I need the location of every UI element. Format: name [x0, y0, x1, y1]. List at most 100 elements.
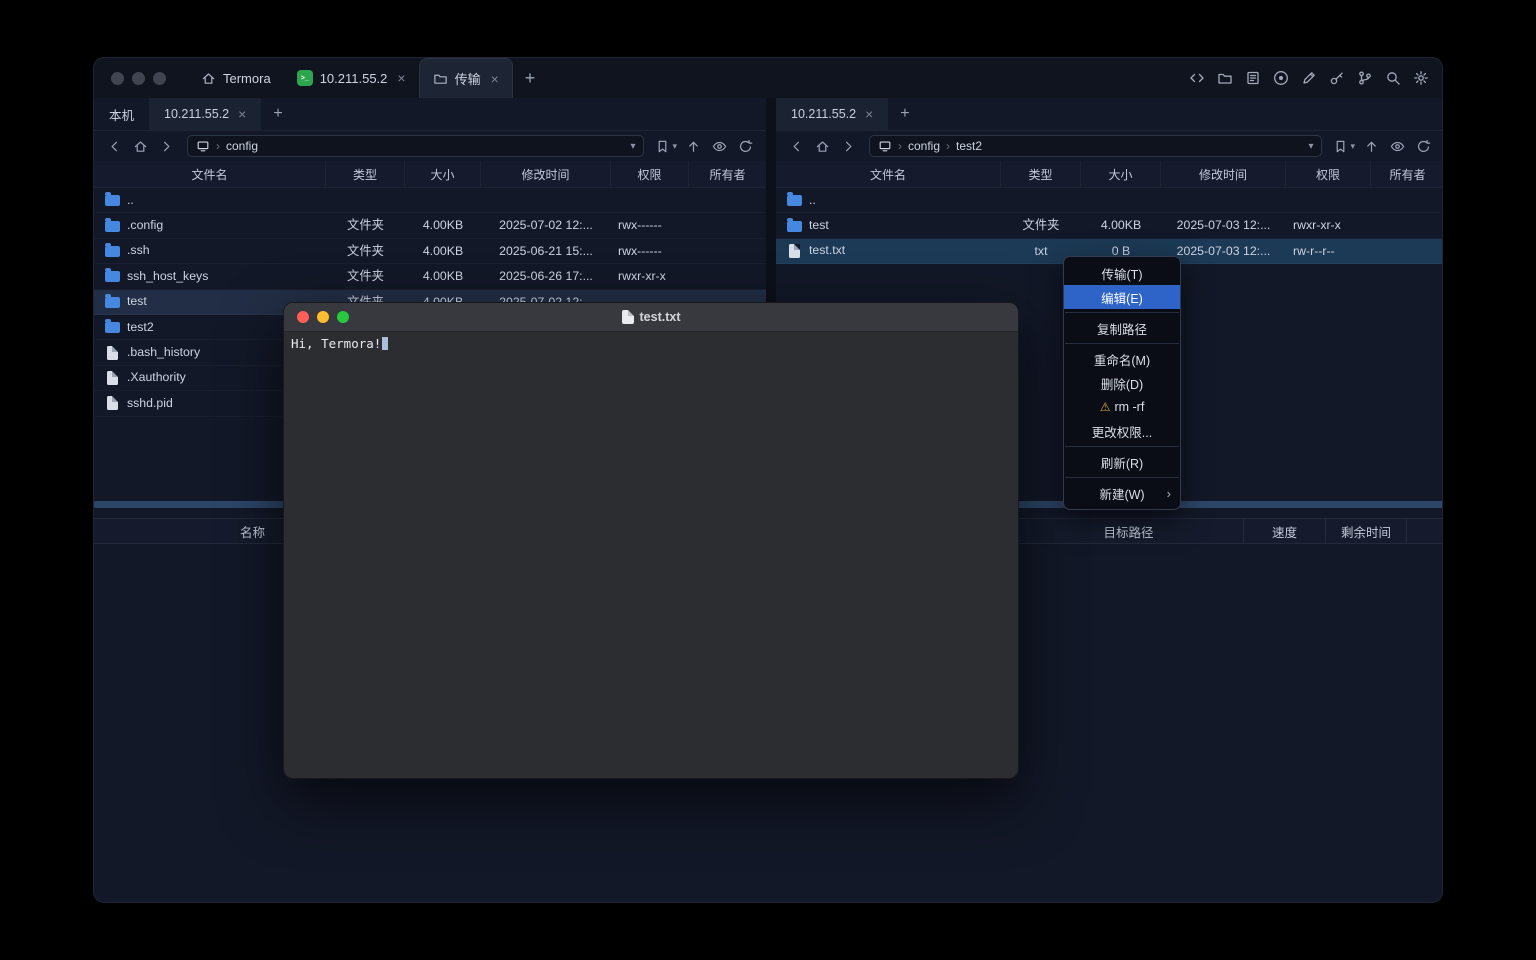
- bookmark-button[interactable]: ▾: [1331, 135, 1357, 158]
- window-minimize-button[interactable]: [132, 72, 145, 85]
- file-modified: 2025-07-03 12:...: [1161, 213, 1286, 237]
- home-button[interactable]: [129, 135, 152, 158]
- key-icon[interactable]: [1329, 70, 1345, 86]
- menu-item[interactable]: 刷新(R): [1064, 450, 1180, 474]
- menu-item[interactable]: 删除(D): [1064, 371, 1180, 395]
- file-row-.ssh[interactable]: .ssh文件夹4.00KB2025-06-21 15:...rwx------: [94, 239, 766, 264]
- editor-zoom-button[interactable]: [337, 311, 349, 323]
- menu-item[interactable]: 编辑(E): [1064, 285, 1180, 309]
- window-close-button[interactable]: [111, 72, 124, 85]
- file-name: test.txt: [809, 239, 845, 263]
- menu-item[interactable]: 更改权限...: [1064, 419, 1180, 443]
- back-button[interactable]: [103, 135, 126, 158]
- transfer-col-target-path[interactable]: 目标路径: [1014, 519, 1244, 543]
- code-icon[interactable]: [1189, 70, 1205, 86]
- refresh-button[interactable]: [734, 135, 757, 158]
- pane-tab-label: 本机: [109, 105, 134, 124]
- app-tab-host[interactable]: >_10.211.55.2×: [284, 58, 419, 98]
- pane-tab[interactable]: 本机: [94, 98, 149, 130]
- column-header[interactable]: 文件名: [94, 161, 326, 187]
- editor-minimize-button[interactable]: [317, 311, 329, 323]
- branch-icon[interactable]: [1357, 70, 1373, 86]
- path-bar[interactable]: ›config›test2▾: [869, 135, 1322, 157]
- transfer-col-trailing: [1407, 519, 1443, 543]
- close-tab-icon[interactable]: ×: [238, 107, 246, 121]
- column-header[interactable]: 所有者: [689, 161, 766, 187]
- pane-tab-label: 10.211.55.2: [791, 107, 856, 121]
- column-header[interactable]: 大小: [405, 161, 481, 187]
- parent-directory-button[interactable]: [1360, 135, 1383, 158]
- editor-content[interactable]: Hi, Termora!: [284, 332, 1018, 779]
- refresh-button[interactable]: [1412, 135, 1435, 158]
- column-header[interactable]: 修改时间: [1161, 161, 1286, 187]
- forward-button[interactable]: [837, 135, 860, 158]
- pane-tab[interactable]: 10.211.55.2 ×: [776, 98, 888, 130]
- close-tab-icon[interactable]: ×: [397, 71, 405, 85]
- menu-item-label: 复制路径: [1097, 319, 1147, 338]
- settings-icon[interactable]: [1413, 70, 1429, 86]
- navigation-bar: ›config▾▾: [94, 131, 766, 161]
- column-header[interactable]: 权限: [1286, 161, 1371, 187]
- column-header[interactable]: 修改时间: [481, 161, 611, 187]
- menu-item-label: 更改权限...: [1092, 422, 1152, 441]
- new-tab-button[interactable]: +: [261, 98, 294, 130]
- edit-icon[interactable]: [1301, 70, 1317, 86]
- toolbar-icons: [1189, 58, 1429, 98]
- editor-titlebar[interactable]: test.txt: [284, 303, 1018, 332]
- search-icon[interactable]: [1385, 70, 1401, 86]
- close-tab-icon[interactable]: ×: [491, 72, 499, 86]
- chevron-down-icon[interactable]: ▾: [630, 141, 635, 152]
- file-permissions: rwx------: [611, 239, 689, 263]
- folder-icon[interactable]: [1217, 70, 1233, 86]
- log-icon[interactable]: [1245, 70, 1261, 86]
- chevron-down-icon[interactable]: ▾: [1308, 141, 1313, 152]
- transfer-col-speed[interactable]: 速度: [1244, 519, 1326, 543]
- file-name-cell: ssh_host_keys: [94, 264, 326, 288]
- parent-directory-button[interactable]: [682, 135, 705, 158]
- column-header[interactable]: 类型: [1001, 161, 1081, 187]
- new-tab-button[interactable]: +: [513, 58, 548, 98]
- menu-separator: [1065, 446, 1179, 447]
- window-zoom-button[interactable]: [153, 72, 166, 85]
- path-segment[interactable]: config: [908, 139, 940, 153]
- app-tab-termora[interactable]: Termora: [188, 58, 284, 98]
- back-button[interactable]: [785, 135, 808, 158]
- file-row-test[interactable]: test文件夹4.00KB2025-07-03 12:...rwxr-xr-x: [776, 213, 1443, 238]
- transfer-col-remaining-time[interactable]: 剩余时间: [1326, 519, 1407, 543]
- path-segment[interactable]: test2: [956, 139, 982, 153]
- column-header[interactable]: 文件名: [776, 161, 1001, 187]
- menu-item[interactable]: ⚠rm -rf: [1064, 395, 1180, 419]
- home-button[interactable]: [811, 135, 834, 158]
- app-tab-transfer[interactable]: 传输×: [419, 58, 513, 98]
- menu-item[interactable]: 复制路径: [1064, 316, 1180, 340]
- warning-icon: ⚠: [1100, 400, 1111, 414]
- file-name: test2: [127, 315, 154, 339]
- file-icon: [107, 396, 118, 410]
- new-tab-button[interactable]: +: [888, 98, 921, 130]
- file-row-ssh_host_keys[interactable]: ssh_host_keys文件夹4.00KB2025-06-26 17:...r…: [94, 264, 766, 289]
- close-tab-icon[interactable]: ×: [865, 107, 873, 121]
- file-name: ssh_host_keys: [127, 264, 208, 288]
- bookmark-button[interactable]: ▾: [653, 135, 679, 158]
- column-header[interactable]: 类型: [326, 161, 405, 187]
- menu-item[interactable]: 重命名(M): [1064, 347, 1180, 371]
- file-row-..[interactable]: ..: [94, 188, 766, 213]
- pane-tab[interactable]: 10.211.55.2×: [149, 98, 261, 130]
- menu-item[interactable]: 传输(T): [1064, 261, 1180, 285]
- file-row-.config[interactable]: .config文件夹4.00KB2025-07-02 12:...rwx----…: [94, 213, 766, 238]
- column-header[interactable]: 权限: [611, 161, 689, 187]
- file-row-..[interactable]: ..: [776, 188, 1443, 213]
- file-name: ..: [809, 188, 816, 212]
- column-header[interactable]: 大小: [1081, 161, 1161, 187]
- menu-item[interactable]: 新建(W)›: [1064, 481, 1180, 505]
- forward-button[interactable]: [155, 135, 178, 158]
- file-name: .ssh: [127, 239, 150, 263]
- path-segment[interactable]: config: [226, 139, 258, 153]
- path-bar[interactable]: ›config▾: [187, 135, 644, 157]
- toggle-hidden-files-button[interactable]: [1386, 135, 1409, 158]
- editor-close-button[interactable]: [297, 311, 309, 323]
- toggle-hidden-files-button[interactable]: [708, 135, 731, 158]
- file-owner: [1371, 213, 1443, 237]
- column-header[interactable]: 所有者: [1371, 161, 1443, 187]
- record-icon[interactable]: [1273, 70, 1289, 86]
